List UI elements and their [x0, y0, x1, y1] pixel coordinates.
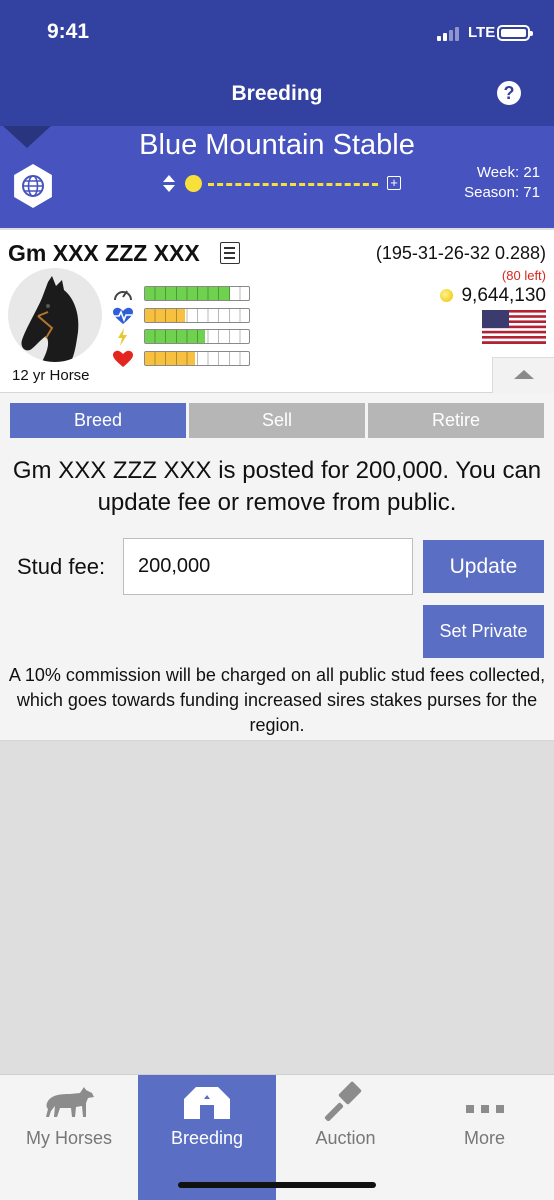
heartbeat-icon [113, 307, 133, 324]
tab-retire[interactable]: Retire [368, 403, 544, 438]
globe-icon[interactable] [14, 164, 52, 208]
stud-fee-input[interactable] [123, 538, 413, 595]
energy-stat-bar [144, 329, 250, 344]
status-time: 9:41 [47, 20, 90, 43]
season-label: Season: 71 [464, 184, 540, 201]
horse-icon [46, 1087, 94, 1117]
tab-sell[interactable]: Sell [189, 403, 365, 438]
expand-plus-icon[interactable]: + [387, 176, 401, 190]
sort-arrows-icon[interactable] [163, 175, 175, 193]
battery-icon [497, 25, 533, 41]
week-label: Week: 21 [476, 164, 540, 181]
commission-note: A 10% commission will be charged on all … [8, 665, 546, 735]
stud-fee-label: Stud fee: [17, 554, 106, 579]
stable-bar: Blue Mountain Stable + Week: 21 Season: … [0, 126, 554, 228]
health-stat-bar [144, 351, 250, 366]
balance: 9,644,130 [461, 285, 546, 306]
us-flag-icon [482, 310, 546, 344]
heart-icon [113, 350, 133, 367]
speed-stat-bar [144, 286, 250, 301]
collapse-card-button[interactable] [492, 357, 554, 393]
tab-breed[interactable]: Breed [10, 403, 186, 438]
horse-head-icon [21, 276, 79, 362]
help-icon[interactable]: ? [497, 81, 521, 105]
horse-avatar[interactable] [8, 268, 102, 362]
lightning-icon [118, 328, 127, 346]
gavel-icon [324, 1081, 361, 1121]
tab-label: Auction [315, 1128, 376, 1148]
tab-label: Breeding [170, 1128, 244, 1148]
speedometer-icon [114, 290, 132, 301]
stamina-stat-bar [144, 308, 250, 323]
coin-icon [440, 289, 453, 302]
update-button[interactable]: Update [423, 540, 544, 593]
network-label: LTE [468, 24, 496, 41]
stable-name: Blue Mountain Stable [139, 129, 415, 161]
nav-bar: Breeding ? [0, 60, 554, 126]
breed-panel: Breed Sell Retire Gm XXX ZZZ XXX is post… [0, 393, 554, 741]
season-progress-dot [185, 175, 202, 192]
tab-label: More [463, 1128, 505, 1148]
tab-label: My Horses [25, 1128, 112, 1148]
page-title: Breeding [231, 82, 323, 105]
notes-icon[interactable] [220, 242, 240, 264]
set-private-button[interactable]: Set Private [423, 605, 544, 658]
barn-icon [184, 1087, 230, 1119]
horse-card: Gm XXX ZZZ XXX (195-31-26-32 0.288) (80 … [0, 230, 554, 393]
race-record: (195-31-26-32 0.288) [375, 243, 546, 263]
season-progress-track [208, 183, 378, 186]
horse-name: Gm XXX ZZZ XXX [8, 240, 200, 266]
remaining-count: (80 left) [501, 268, 546, 283]
posted-message: Gm XXX ZZZ XXX is posted for 200,000. Yo… [12, 457, 542, 516]
status-bar: 9:41 LTE [0, 0, 554, 60]
home-indicator[interactable] [178, 1182, 376, 1188]
more-icon [465, 1105, 504, 1113]
tab-my-horses[interactable]: My Horses [0, 1075, 138, 1200]
signal-icon [437, 25, 465, 41]
horse-age: 12 yr Horse [12, 367, 90, 384]
tab-more[interactable]: More [415, 1075, 554, 1200]
